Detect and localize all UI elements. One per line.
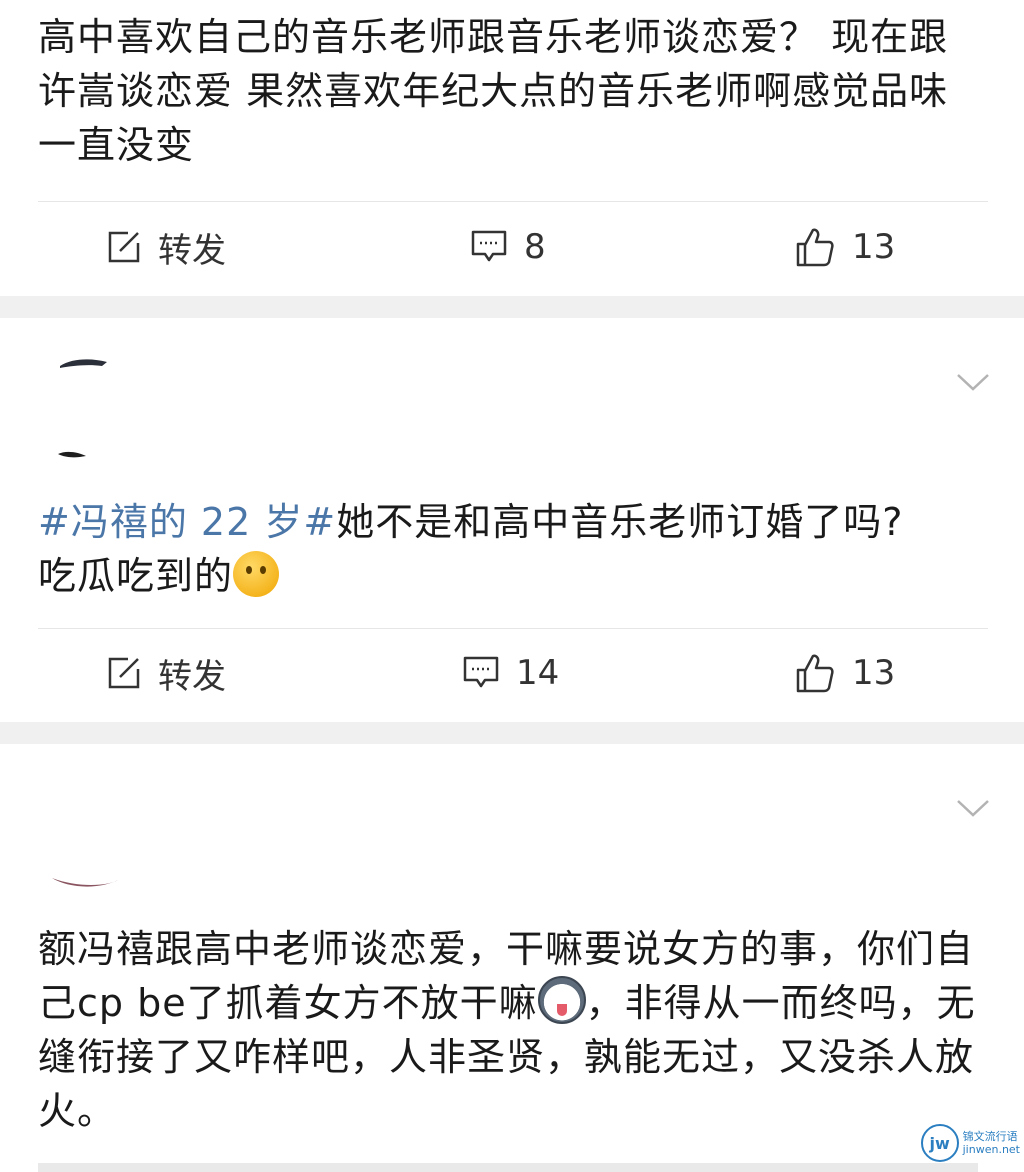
like-count: 13 xyxy=(852,653,896,693)
comment-count: 8 xyxy=(524,227,546,267)
comment-icon xyxy=(463,656,499,688)
post-text-line1: 她不是和高中音乐老师订婚了吗? xyxy=(336,500,904,544)
repost-label: 转发 xyxy=(158,656,226,697)
like-count: 13 xyxy=(852,227,896,267)
comment-icon xyxy=(471,230,507,262)
chevron-down-icon[interactable] xyxy=(956,798,990,818)
divider xyxy=(38,628,988,629)
husky-dog-emoji xyxy=(537,976,586,1024)
chevron-down-icon[interactable] xyxy=(956,372,990,392)
thinking-face-emoji xyxy=(233,551,280,597)
watermark-logo: jw xyxy=(920,1124,959,1162)
post-card-1: 高中喜欢自己的音乐老师跟音乐老师谈恋爱？ 现在跟许嵩谈恋爱 果然喜欢年纪大点的音… xyxy=(0,0,1024,296)
divider xyxy=(38,201,988,202)
comment-button[interactable]: 8 xyxy=(470,222,546,272)
post-card-3: 额冯禧跟高中老师谈恋爱，干嘛要说女方的事，你们自己cp be了抓着女方不放干嘛，… xyxy=(0,744,1024,1170)
post-text: 高中喜欢自己的音乐老师跟音乐老师谈恋爱？ 现在跟许嵩谈恋爱 果然喜欢年纪大点的音… xyxy=(38,15,949,167)
watermark-text: 锦文流行语 jinwen.net xyxy=(962,1130,1020,1156)
post-text-line2: 吃瓜吃到的 xyxy=(38,554,234,598)
thumbs-up-icon xyxy=(796,654,834,693)
thumbs-up-icon xyxy=(796,228,834,267)
avatar[interactable] xyxy=(48,874,138,894)
edit-share-icon xyxy=(108,657,140,689)
comment-count: 14 xyxy=(516,653,560,693)
like-button[interactable]: 13 xyxy=(794,648,895,698)
post-text: 额冯禧跟高中老师谈恋爱，干嘛要说女方的事，你们自己cp be了抓着女方不放干嘛，… xyxy=(38,922,978,1138)
repost-label: 转发 xyxy=(158,230,226,271)
hashtag-link[interactable]: #冯禧的 22 岁# xyxy=(38,500,336,544)
repost-button[interactable]: 转发 xyxy=(106,222,226,272)
post-separator xyxy=(0,296,1024,318)
comment-button[interactable]: 14 xyxy=(462,648,559,698)
avatar[interactable] xyxy=(52,354,132,464)
post-separator xyxy=(0,722,1024,744)
post-card-2: #冯禧的 22 岁#她不是和高中音乐老师订婚了吗? 吃瓜吃到的 转发 14 13 xyxy=(0,318,1024,722)
watermark: jw 锦文流行语 jinwen.net xyxy=(920,1124,1020,1162)
repost-button[interactable]: 转发 xyxy=(106,648,226,698)
like-button[interactable]: 13 xyxy=(794,222,895,272)
edit-share-icon xyxy=(108,231,140,263)
post-text: #冯禧的 22 岁#她不是和高中音乐老师订婚了吗? 吃瓜吃到的 xyxy=(38,495,978,603)
